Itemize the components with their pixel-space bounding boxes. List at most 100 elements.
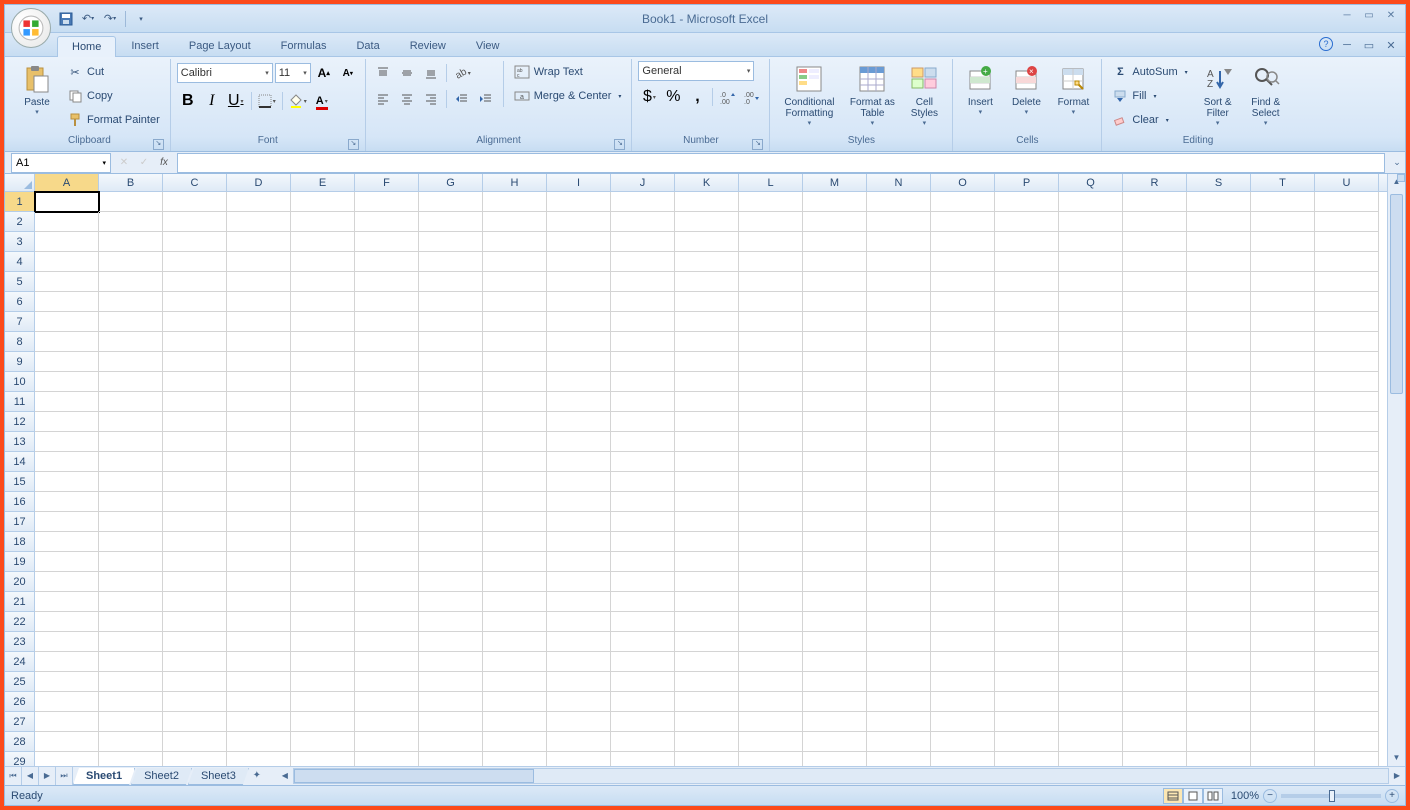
cell[interactable]	[1123, 532, 1187, 552]
cell[interactable]	[1123, 212, 1187, 232]
cell[interactable]	[163, 612, 227, 632]
cell[interactable]	[227, 712, 291, 732]
cell[interactable]	[355, 652, 419, 672]
tab-data[interactable]: Data	[341, 35, 394, 56]
cell[interactable]	[35, 512, 99, 532]
font-size-combo[interactable]: 11▾	[275, 63, 311, 83]
cell[interactable]	[163, 732, 227, 752]
cell[interactable]	[611, 472, 675, 492]
cell[interactable]	[803, 732, 867, 752]
cell[interactable]	[1251, 572, 1315, 592]
cell[interactable]	[739, 212, 803, 232]
cell[interactable]	[419, 412, 483, 432]
cell[interactable]	[675, 552, 739, 572]
cell[interactable]	[675, 292, 739, 312]
cell[interactable]	[931, 252, 995, 272]
cell[interactable]	[1187, 232, 1251, 252]
cell[interactable]	[291, 712, 355, 732]
cell[interactable]	[611, 312, 675, 332]
column-header[interactable]: S	[1187, 174, 1251, 191]
cell[interactable]	[1315, 312, 1379, 332]
cell[interactable]	[1315, 552, 1379, 572]
cell[interactable]	[1059, 372, 1123, 392]
cell[interactable]	[995, 232, 1059, 252]
column-header[interactable]: D	[227, 174, 291, 191]
wrap-text-button[interactable]: abcWrap Text	[510, 61, 626, 83]
row-header[interactable]: 16	[5, 492, 35, 512]
cell[interactable]	[931, 212, 995, 232]
sort-filter-button[interactable]: AZ Sort & Filter▾	[1196, 61, 1240, 133]
cell[interactable]	[547, 632, 611, 652]
comma-icon[interactable]: ,	[686, 86, 708, 108]
cell[interactable]	[1059, 312, 1123, 332]
cell[interactable]	[867, 212, 931, 232]
cell[interactable]	[1123, 452, 1187, 472]
underline-icon[interactable]: U▾	[225, 90, 247, 112]
column-header[interactable]: O	[931, 174, 995, 191]
cell[interactable]	[675, 712, 739, 732]
cell[interactable]	[163, 432, 227, 452]
cell[interactable]	[1123, 732, 1187, 752]
cell[interactable]	[995, 372, 1059, 392]
cell[interactable]	[867, 672, 931, 692]
cell[interactable]	[483, 392, 547, 412]
cell[interactable]	[995, 552, 1059, 572]
cell[interactable]	[163, 552, 227, 572]
cell[interactable]	[99, 452, 163, 472]
cell[interactable]	[227, 632, 291, 652]
cell[interactable]	[227, 692, 291, 712]
cell[interactable]	[483, 492, 547, 512]
cell[interactable]	[803, 452, 867, 472]
tab-formulas[interactable]: Formulas	[266, 35, 342, 56]
cell[interactable]	[419, 232, 483, 252]
cell[interactable]	[419, 352, 483, 372]
cell[interactable]	[99, 272, 163, 292]
cell[interactable]	[675, 492, 739, 512]
cell[interactable]	[1251, 632, 1315, 652]
cell[interactable]	[611, 372, 675, 392]
cell[interactable]	[867, 292, 931, 312]
cell[interactable]	[995, 632, 1059, 652]
align-middle-icon[interactable]	[396, 62, 418, 84]
column-header[interactable]: B	[99, 174, 163, 191]
column-header[interactable]: C	[163, 174, 227, 191]
cell[interactable]	[163, 692, 227, 712]
column-header[interactable]: N	[867, 174, 931, 191]
cell[interactable]	[163, 472, 227, 492]
cell[interactable]	[1187, 672, 1251, 692]
cell[interactable]	[675, 452, 739, 472]
cell[interactable]	[675, 212, 739, 232]
cell[interactable]	[291, 372, 355, 392]
cell[interactable]	[35, 492, 99, 512]
cell[interactable]	[483, 432, 547, 452]
cell[interactable]	[99, 192, 163, 212]
cell[interactable]	[419, 472, 483, 492]
cell[interactable]	[355, 712, 419, 732]
ribbon-minimize-icon[interactable]: ─	[1339, 37, 1355, 53]
row-header[interactable]: 17	[5, 512, 35, 532]
cell[interactable]	[1059, 632, 1123, 652]
increase-decimal-icon[interactable]: .0.00	[717, 86, 739, 108]
cell[interactable]	[419, 552, 483, 572]
scroll-right-icon[interactable]: ▶	[1389, 768, 1405, 784]
cell[interactable]	[739, 312, 803, 332]
cell[interactable]	[547, 612, 611, 632]
cell[interactable]	[35, 312, 99, 332]
cell[interactable]	[995, 652, 1059, 672]
cell[interactable]	[1187, 392, 1251, 412]
cell[interactable]	[35, 432, 99, 452]
cell[interactable]	[99, 212, 163, 232]
cell[interactable]	[1123, 712, 1187, 732]
cell[interactable]	[163, 572, 227, 592]
cell[interactable]	[99, 712, 163, 732]
cell[interactable]	[867, 372, 931, 392]
cell[interactable]	[1251, 232, 1315, 252]
cell[interactable]	[419, 632, 483, 652]
cell[interactable]	[867, 332, 931, 352]
column-header[interactable]: A	[35, 174, 99, 191]
zoom-level[interactable]: 100%	[1231, 790, 1259, 802]
cell[interactable]	[611, 632, 675, 652]
cell[interactable]	[163, 712, 227, 732]
cell[interactable]	[291, 732, 355, 752]
cell[interactable]	[355, 592, 419, 612]
